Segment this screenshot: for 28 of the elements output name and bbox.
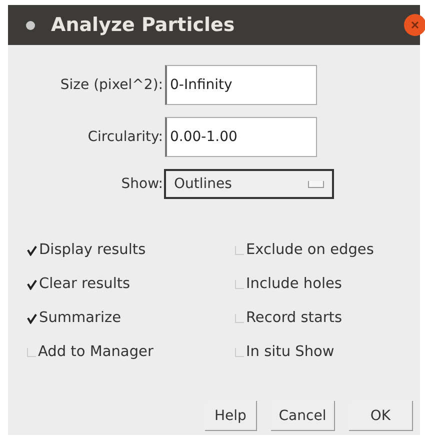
input-field[interactable]: 0.00-1.00	[165, 117, 317, 157]
menu-icon[interactable]	[26, 20, 35, 30]
show-dropdown[interactable]: Outlines	[164, 169, 334, 199]
checkbox[interactable]: Exclude on edges	[235, 239, 374, 261]
dialog-button[interactable]: OK	[349, 401, 413, 431]
checkbox-icon	[235, 314, 244, 322]
checkbox-icon	[235, 246, 244, 254]
window-title: Analyze Particles	[51, 14, 236, 36]
checkmark-icon	[27, 245, 37, 255]
checkbox[interactable]: Display results	[27, 239, 235, 261]
close-icon[interactable]	[404, 14, 425, 36]
checkbox[interactable]: Clear results	[27, 273, 235, 295]
checkbox-icon	[235, 348, 244, 356]
checkmark-icon	[27, 313, 37, 323]
checkbox[interactable]: Summarize	[27, 307, 235, 329]
checkmark-icon	[27, 279, 37, 289]
input-field[interactable]: 0-Infinity	[165, 65, 317, 105]
checkbox[interactable]: Include holes	[235, 273, 374, 295]
dialog-button[interactable]: Cancel	[271, 401, 335, 431]
checkbox[interactable]: In situ Show	[235, 341, 374, 363]
checkbox[interactable]: Record starts	[235, 307, 374, 329]
checkbox-icon	[27, 348, 36, 356]
checkbox[interactable]: Add to Manager	[27, 341, 235, 363]
field-label: Show:	[120, 176, 164, 192]
checkbox-icon	[235, 280, 244, 288]
dialog-button[interactable]: Help	[205, 401, 257, 431]
field-label: Size (pixel^2):	[59, 77, 164, 93]
field-label: Circularity:	[86, 129, 164, 145]
